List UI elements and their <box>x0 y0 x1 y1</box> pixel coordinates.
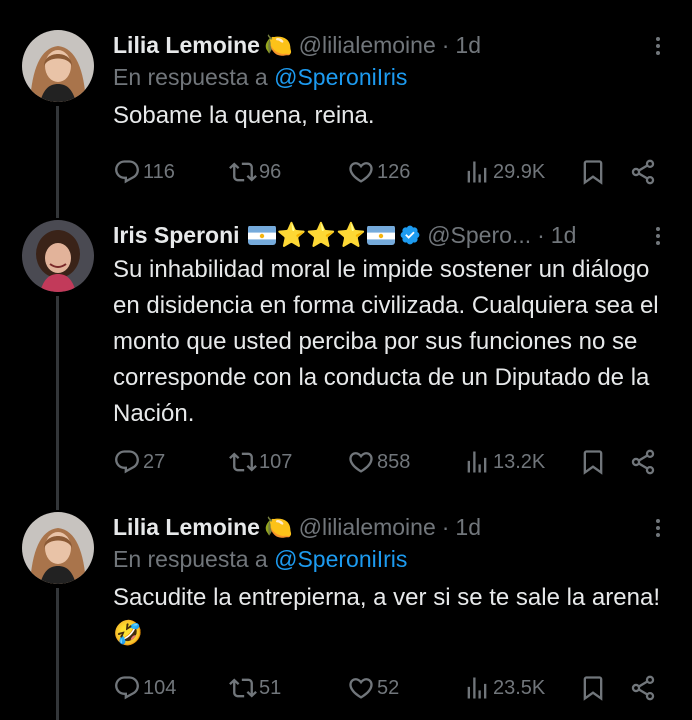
thread-line <box>56 106 59 200</box>
thread-line <box>56 500 59 510</box>
thread-line <box>56 588 59 720</box>
lemon-emoji: 🍋 <box>263 31 293 58</box>
like-button[interactable]: 858 <box>347 446 410 478</box>
timestamp[interactable]: 1d <box>455 32 481 59</box>
display-name[interactable]: Lilia Lemoine <box>113 514 260 541</box>
share-button[interactable] <box>629 156 657 188</box>
views-button[interactable]: 29.9K <box>463 156 545 188</box>
tweet-text: Sobame la quena, reina. <box>113 102 375 129</box>
avatar[interactable] <box>22 220 94 292</box>
verified-badge-icon <box>400 225 420 245</box>
share-icon <box>629 158 657 186</box>
reply-count: 27 <box>143 450 166 473</box>
more-options-icon[interactable] <box>646 224 670 248</box>
reply-prefix: En respuesta a <box>113 546 268 572</box>
reply-button[interactable]: 116 <box>113 156 175 188</box>
retweet-icon <box>229 158 257 186</box>
heart-icon <box>347 158 375 186</box>
display-name[interactable]: Lilia Lemoine <box>113 32 260 59</box>
tweet-text: Sacudite la entrepierna, a ver si se te … <box>113 584 660 647</box>
like-button[interactable]: 126 <box>347 156 410 188</box>
views-icon <box>463 158 491 186</box>
retweet-count: 51 <box>259 676 282 699</box>
share-icon <box>629 448 657 476</box>
reply-handle-link[interactable]: @SperoniIris <box>274 64 407 90</box>
like-count: 126 <box>377 160 411 183</box>
separator-dot: · <box>441 31 450 58</box>
bookmark-icon <box>579 674 607 702</box>
separator-dot: · <box>537 221 545 248</box>
reply-prefix: En respuesta a <box>113 64 268 90</box>
handle[interactable]: @Spero... <box>427 222 531 249</box>
retweet-count: 96 <box>259 160 282 183</box>
reply-count: 104 <box>143 676 177 699</box>
reply-count: 116 <box>143 160 175 183</box>
like-count: 52 <box>377 676 400 699</box>
avatar[interactable] <box>22 512 94 584</box>
view-count: 29.9K <box>493 160 546 183</box>
bookmark-button[interactable] <box>579 446 607 478</box>
reply-context: En respuesta a @SperoniIris <box>113 60 672 94</box>
handle[interactable]: @lilialemoine <box>299 32 436 59</box>
thread-line <box>56 296 59 500</box>
tweet-text: Su inhabilidad moral le impide sostener … <box>113 256 659 427</box>
bookmark-icon <box>579 158 607 186</box>
thread-line <box>56 200 59 218</box>
tweet[interactable]: Lilia Lemoine 🍋 @lilialemoine · 1d En re… <box>0 0 692 200</box>
handle[interactable]: @lilialemoine <box>299 514 436 541</box>
views-button[interactable]: 13.2K <box>463 446 545 478</box>
timestamp[interactable]: 1d <box>455 514 481 541</box>
heart-icon <box>347 674 375 702</box>
avatar[interactable] <box>22 30 94 102</box>
share-button[interactable] <box>629 446 657 478</box>
retweet-button[interactable]: 96 <box>229 156 281 188</box>
timestamp[interactable]: 1d <box>551 222 577 249</box>
reply-button[interactable]: 27 <box>113 446 165 478</box>
reply-context: En respuesta a @SperoniIris <box>113 542 672 576</box>
reply-icon <box>113 448 141 476</box>
like-button[interactable]: 52 <box>347 672 399 704</box>
bookmark-button[interactable] <box>579 156 607 188</box>
stars-decoration: ⭐⭐⭐ <box>276 221 367 249</box>
view-count: 23.5K <box>493 676 546 699</box>
views-icon <box>463 448 491 476</box>
retweet-count: 107 <box>259 450 293 473</box>
heart-icon <box>347 448 375 476</box>
bookmark-icon <box>579 448 607 476</box>
share-icon <box>629 674 657 702</box>
reply-icon <box>113 674 141 702</box>
bookmark-button[interactable] <box>579 672 607 704</box>
reply-icon <box>113 158 141 186</box>
view-count: 13.2K <box>493 450 546 473</box>
reply-button[interactable]: 104 <box>113 672 176 704</box>
tweet[interactable]: Iris Speroni ⭐⭐⭐ @Spero... · 1d Su inhab… <box>0 200 692 500</box>
views-button[interactable]: 23.5K <box>463 672 545 704</box>
views-icon <box>463 674 491 702</box>
lemon-emoji: 🍋 <box>263 513 293 540</box>
retweet-button[interactable]: 51 <box>229 672 281 704</box>
more-options-icon[interactable] <box>646 516 670 540</box>
more-options-icon[interactable] <box>646 34 670 58</box>
argentina-flag-icon <box>367 225 396 245</box>
separator-dot: · <box>441 513 450 540</box>
reply-handle-link[interactable]: @SperoniIris <box>274 546 407 572</box>
argentina-flag-icon <box>247 225 276 245</box>
display-name[interactable]: Iris Speroni <box>113 222 240 249</box>
retweet-icon <box>229 448 257 476</box>
retweet-button[interactable]: 107 <box>229 446 292 478</box>
like-count: 858 <box>377 450 411 473</box>
share-button[interactable] <box>629 672 657 704</box>
tweet[interactable]: Lilia Lemoine 🍋 @lilialemoine · 1d En re… <box>0 500 692 720</box>
retweet-icon <box>229 674 257 702</box>
